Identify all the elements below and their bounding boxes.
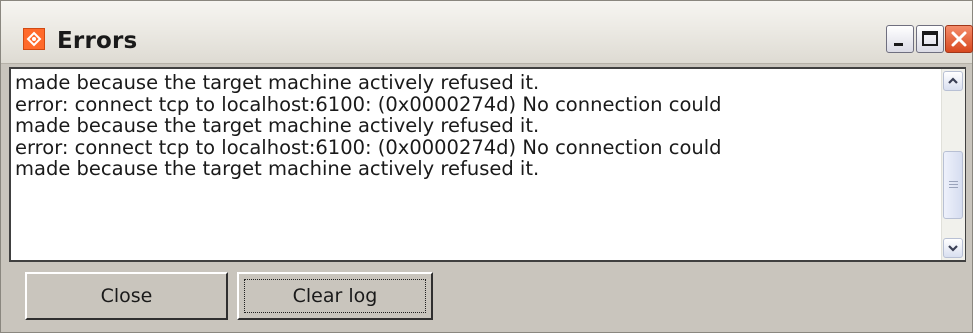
error-log[interactable]: made because the target machine actively… xyxy=(9,67,966,262)
log-line: error: connect tcp to localhost:6100: (0… xyxy=(15,92,722,116)
maximize-button[interactable] xyxy=(916,25,944,53)
close-button[interactable]: Close xyxy=(25,272,228,320)
close-window-button[interactable] xyxy=(945,25,973,53)
log-line: error: connect tcp to localhost:6100: (0… xyxy=(15,135,722,159)
minimize-icon xyxy=(894,43,903,46)
grip-line xyxy=(949,184,958,185)
chevron-down-icon xyxy=(948,245,958,252)
app-logo-icon xyxy=(23,28,45,50)
title-bar[interactable]: Errors xyxy=(1,1,973,64)
scroll-down-button[interactable] xyxy=(943,238,963,258)
vertical-scrollbar[interactable] xyxy=(941,69,965,260)
chevron-up-icon xyxy=(948,77,958,84)
close-button-label: Close xyxy=(100,285,153,307)
scroll-up-button[interactable] xyxy=(943,71,963,91)
window-title: Errors xyxy=(57,28,138,54)
errors-window: Errors made because the target machine a… xyxy=(0,0,973,333)
log-line: made because the target machine actively… xyxy=(15,114,540,138)
log-text-area[interactable]: made because the target machine actively… xyxy=(15,72,937,258)
close-icon xyxy=(951,31,967,47)
focus-ring xyxy=(244,279,426,313)
log-line: made because the target machine actively… xyxy=(15,157,540,181)
log-line: made because the target machine actively… xyxy=(15,72,540,94)
grip-line xyxy=(949,181,958,182)
minimize-button[interactable] xyxy=(886,25,914,53)
grip-line xyxy=(949,187,958,188)
scrollbar-thumb[interactable] xyxy=(943,151,963,219)
clear-log-button[interactable]: Clear log xyxy=(237,272,433,320)
maximize-icon xyxy=(922,31,938,46)
